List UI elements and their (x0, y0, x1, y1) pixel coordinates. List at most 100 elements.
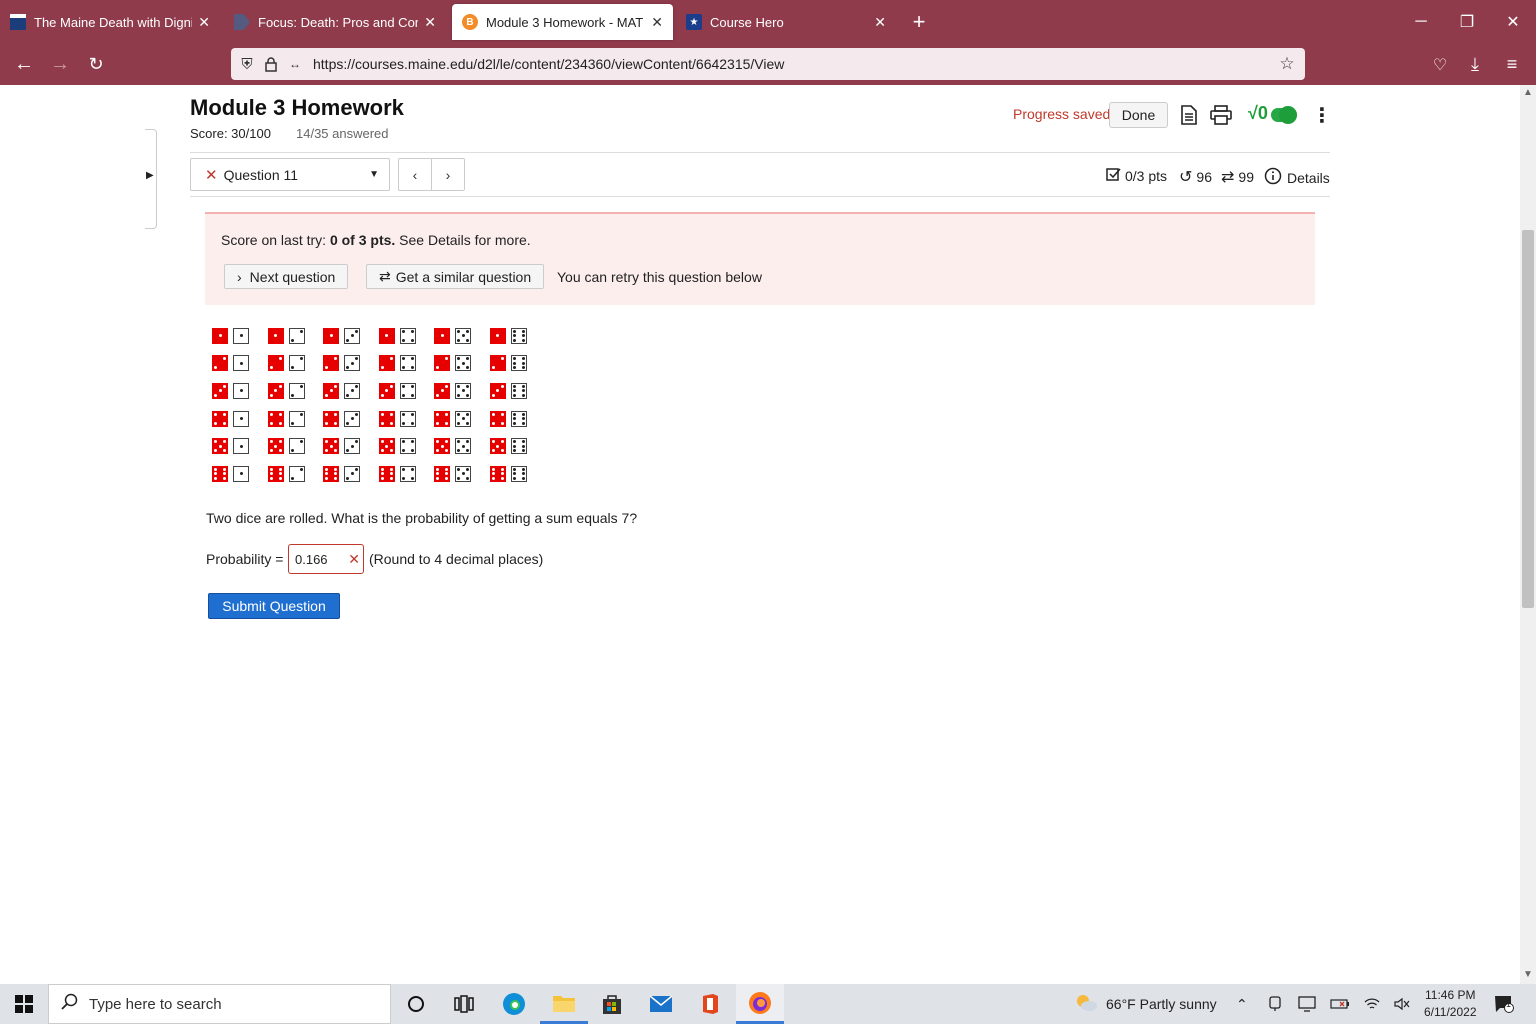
dice-pair (484, 327, 540, 344)
back-icon[interactable]: ← (6, 44, 42, 85)
scroll-up-icon[interactable]: ▲ (1523, 87, 1533, 98)
edge-icon[interactable] (490, 984, 538, 1024)
incorrect-icon: ✕ (205, 166, 218, 184)
close-window-icon[interactable]: ✕ (1490, 0, 1536, 44)
dice-pair (262, 355, 318, 372)
dice-outcomes-grid (206, 322, 540, 488)
submit-question-button[interactable]: Submit Question (208, 593, 340, 619)
red-die (434, 438, 451, 455)
mail-icon[interactable] (637, 984, 685, 1024)
battery-icon[interactable] (1330, 984, 1350, 1024)
display-icon[interactable] (1298, 984, 1316, 1024)
print-icon[interactable] (1210, 102, 1232, 128)
notifications-icon[interactable]: 1 (1494, 984, 1514, 1024)
forward-icon[interactable]: → (42, 44, 78, 85)
previous-question-button[interactable]: ‹ (398, 158, 432, 191)
math-entry-toggle[interactable] (1271, 106, 1297, 124)
retries-value: 96 (1196, 169, 1212, 185)
task-view-icon[interactable] (440, 984, 488, 1024)
meet-now-icon[interactable] (1268, 984, 1282, 1024)
details-button[interactable]: Details (1264, 167, 1330, 188)
red-die (267, 355, 284, 372)
dice-pair (373, 438, 429, 455)
document-icon[interactable] (1180, 102, 1198, 128)
course-hero-icon: ★ (686, 14, 702, 30)
bookmark-star-icon[interactable]: ☆ (1275, 48, 1299, 80)
taskbar: Type here to search 66°F Partly sunny ⌃ (0, 984, 1536, 1024)
close-tab-icon[interactable]: ✕ (874, 14, 886, 31)
more-options-icon[interactable]: ⋮ (1312, 102, 1332, 128)
tab-module-3-homework[interactable]: B Module 3 Homework - MAT 115 ✕ (452, 4, 673, 40)
weather-widget[interactable]: 66°F Partly sunny (1074, 984, 1217, 1024)
white-die (233, 410, 249, 427)
tab-title: The Maine Death with Dignity A (34, 14, 193, 30)
shield-icon[interactable]: ⛨ (235, 48, 259, 80)
close-tab-icon[interactable]: ✕ (198, 14, 210, 31)
search-placeholder: Type here to search (89, 995, 222, 1013)
next-question-arrow-button[interactable]: › (431, 158, 465, 191)
white-die (288, 382, 305, 399)
red-die (434, 465, 451, 482)
question-selector[interactable]: ✕ Question 11 ▼ (190, 158, 390, 191)
red-die (378, 327, 395, 344)
tab-course-hero[interactable]: ★ Course Hero ✕ (676, 4, 896, 40)
tab-focus-death[interactable]: Focus: Death: Pros and Cons of ✕ (224, 4, 446, 40)
new-tab-button[interactable]: + (896, 0, 942, 44)
url-text[interactable]: https://courses.maine.edu/d2l/le/content… (313, 56, 1275, 72)
close-tab-icon[interactable]: ✕ (424, 14, 436, 31)
white-die (344, 382, 361, 399)
menu-icon[interactable]: ≡ (1494, 44, 1530, 85)
dice-pair (428, 327, 484, 344)
dice-pair (317, 410, 373, 427)
downloads-icon[interactable]: ⤓ (1457, 44, 1493, 85)
page-content: ▶ Module 3 Homework Score: 30/100 14/35 … (0, 85, 1520, 984)
reload-icon[interactable]: ↻ (78, 44, 114, 85)
firefox-icon[interactable] (736, 984, 784, 1024)
store-icon[interactable] (588, 984, 636, 1024)
show-hidden-icons-icon[interactable]: ⌃ (1236, 984, 1248, 1024)
done-button[interactable]: Done (1109, 102, 1168, 128)
red-die (489, 410, 506, 427)
dice-pair (206, 410, 262, 427)
office-icon[interactable] (686, 984, 734, 1024)
permissions-icon[interactable]: ↔ (283, 48, 307, 80)
similar-question-button[interactable]: ⇄ Get a similar question (366, 264, 545, 289)
scroll-down-icon[interactable]: ▼ (1523, 969, 1533, 980)
clock[interactable]: 11:46 PM 6/11/2022 (1424, 984, 1477, 1024)
taskbar-search-box[interactable]: Type here to search (48, 984, 391, 1024)
dice-pair (373, 465, 429, 482)
dice-pair (317, 355, 373, 372)
restore-icon[interactable]: ❐ (1444, 0, 1490, 44)
tab-maine-death-with-dignity[interactable]: The Maine Death with Dignity A ✕ (0, 4, 220, 40)
probability-value[interactable]: 0.166 (295, 552, 328, 567)
weather-text: 66°F Partly sunny (1106, 996, 1217, 1012)
next-question-button[interactable]: › Next question (224, 264, 349, 289)
dice-row (206, 350, 540, 378)
white-die (288, 327, 305, 344)
close-tab-icon[interactable]: ✕ (651, 14, 663, 31)
minimize-icon[interactable]: ─ (1398, 0, 1444, 44)
file-explorer-icon[interactable] (540, 984, 588, 1024)
assignment-score: Score: 30/100 (190, 126, 271, 141)
windows-start-icon[interactable] (0, 984, 48, 1024)
white-die (344, 355, 361, 372)
info-icon (1264, 167, 1282, 188)
white-die (399, 465, 416, 482)
probability-input[interactable]: 0.166 ✕ (288, 544, 364, 574)
sidebar-toggle[interactable]: ▶ (145, 129, 157, 229)
red-die (434, 355, 451, 372)
partly-sunny-icon (1074, 993, 1098, 1016)
white-die (510, 410, 527, 427)
vertical-scrollbar[interactable]: ▲ ▼ (1520, 85, 1536, 984)
dice-pair (373, 382, 429, 399)
scrollbar-thumb[interactable] (1522, 230, 1534, 608)
attempts-info: ⇄ 99 (1221, 167, 1254, 187)
white-die (399, 382, 416, 399)
cortana-icon[interactable] (392, 984, 440, 1024)
lock-icon[interactable] (259, 48, 283, 80)
divider (190, 152, 1330, 153)
address-bar[interactable]: ⛨ ↔ https://courses.maine.edu/d2l/le/con… (231, 48, 1305, 80)
wifi-icon[interactable] (1364, 984, 1380, 1024)
pocket-icon[interactable]: ♡ (1422, 44, 1458, 85)
volume-muted-icon[interactable] (1394, 984, 1410, 1024)
